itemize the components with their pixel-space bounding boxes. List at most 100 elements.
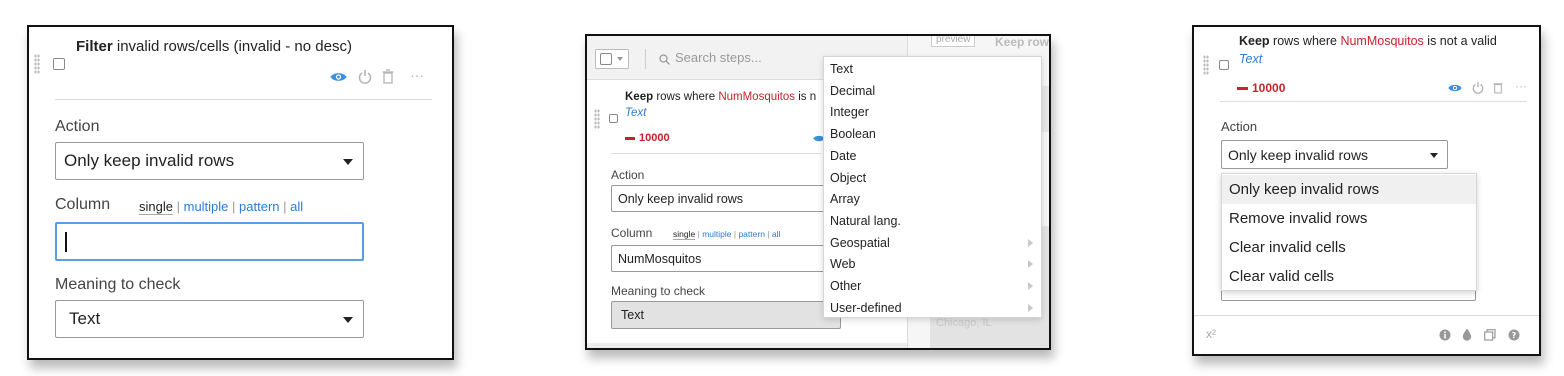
mode-single[interactable]: single xyxy=(139,199,173,215)
action-select[interactable]: Only keep invalid rows xyxy=(1221,140,1448,169)
meaning-label: Meaning to check xyxy=(611,284,706,298)
meaning-select[interactable]: Text xyxy=(611,301,841,329)
meaning-select-value: Text xyxy=(69,309,101,328)
chevron-right-icon xyxy=(1028,303,1033,312)
meaning-option-label: Integer xyxy=(830,105,869,120)
footer-divider xyxy=(1194,315,1539,316)
eye-icon[interactable] xyxy=(1448,83,1462,93)
mode-pattern[interactable]: pattern xyxy=(738,229,764,239)
more-icon[interactable]: ··· xyxy=(410,67,424,83)
trash-icon[interactable] xyxy=(1493,81,1503,94)
meaning-label: Meaning to check xyxy=(55,276,181,293)
meaning-option[interactable]: Integer xyxy=(824,102,1041,123)
more-icon[interactable]: ··· xyxy=(1515,79,1527,93)
meaning-option-label: Web xyxy=(830,257,856,272)
preview-tab[interactable]: preview xyxy=(931,36,976,47)
trash-icon[interactable] xyxy=(382,69,394,84)
column-select-value: NumMosquitos xyxy=(618,252,702,266)
action-option-label: Remove invalid rows xyxy=(1229,210,1368,227)
power-icon[interactable] xyxy=(358,69,372,84)
step-list-panel: Search steps... Keep rows where NumMosqu… xyxy=(585,34,1051,350)
divider xyxy=(611,153,821,154)
select-all-dropdown[interactable] xyxy=(595,49,629,69)
drag-handle-icon[interactable] xyxy=(1203,55,1209,75)
meaning-option-label: Natural lang. xyxy=(830,213,901,228)
action-dropdown-panel: Keep rows where NumMosquitos is not a va… xyxy=(1192,25,1541,356)
action-option-label: Only keep invalid rows xyxy=(1229,181,1380,198)
chevron-down-icon xyxy=(1430,153,1438,158)
action-label: Action xyxy=(611,168,645,182)
step-checkbox[interactable] xyxy=(53,58,65,70)
action-option[interactable]: Clear invalid cells xyxy=(1222,233,1476,262)
mode-multiple[interactable]: multiple xyxy=(184,199,229,214)
steps-scroll-bottom xyxy=(587,343,907,348)
info-icon[interactable] xyxy=(1439,329,1451,341)
drag-handle-icon[interactable] xyxy=(594,109,600,129)
meaning-option-label: Other xyxy=(830,279,862,293)
eye-icon[interactable] xyxy=(330,71,347,83)
mode-multiple[interactable]: multiple xyxy=(702,229,731,239)
meaning-option[interactable]: Boolean xyxy=(824,124,1041,145)
chevron-right-icon xyxy=(1028,238,1033,247)
meaning-select[interactable]: Text xyxy=(55,300,364,338)
drag-handle-icon[interactable] xyxy=(34,54,40,74)
chevron-down-icon xyxy=(617,57,623,61)
meaning-option[interactable]: Decimal xyxy=(824,81,1041,102)
search-icon xyxy=(659,54,670,65)
meaning-option[interactable]: Date xyxy=(824,146,1041,167)
meaning-option-label: Boolean xyxy=(830,127,876,142)
formula-icon[interactable]: x² xyxy=(1206,327,1216,341)
action-select-value: Only keep invalid rows xyxy=(618,192,744,206)
action-option-label: Clear invalid cells xyxy=(1229,239,1346,256)
step-title: Keep rows where NumMosquitos is n xyxy=(625,91,817,103)
help-icon[interactable]: ? xyxy=(1508,329,1520,341)
action-option[interactable]: Only keep invalid rows xyxy=(1222,175,1476,204)
mode-all[interactable]: all xyxy=(772,229,781,239)
action-select-value: Only keep invalid rows xyxy=(64,151,235,170)
meaning-option[interactable]: User-defined xyxy=(824,298,1041,319)
mode-pattern[interactable]: pattern xyxy=(239,199,279,214)
meaning-option-label: Geospatial xyxy=(830,235,890,250)
svg-text:?: ? xyxy=(1512,331,1517,340)
power-icon[interactable] xyxy=(1472,81,1484,94)
divider xyxy=(1220,101,1527,102)
meaning-dropdown-menu: Text Decimal Integer Boolean Date Object Array… xyxy=(823,56,1042,318)
mode-single[interactable]: single xyxy=(673,229,696,240)
meaning-option[interactable]: Array xyxy=(824,189,1041,210)
action-option[interactable]: Remove invalid rows xyxy=(1222,204,1476,233)
step-type: Text xyxy=(1239,52,1263,66)
action-option[interactable]: Clear valid cells xyxy=(1222,262,1476,291)
meaning-select-value: Text xyxy=(621,308,644,322)
minus-icon xyxy=(1237,87,1248,91)
action-select[interactable]: Only keep invalid rows xyxy=(55,142,364,180)
meaning-option-label: Decimal xyxy=(830,83,876,98)
step-checkbox[interactable] xyxy=(1219,60,1229,70)
meaning-option[interactable]: Web xyxy=(824,254,1041,275)
column-input[interactable] xyxy=(55,222,364,261)
chevron-down-icon xyxy=(343,159,353,165)
search-input[interactable]: Search steps... xyxy=(675,50,762,65)
meaning-option-label: User-defined xyxy=(830,300,902,315)
preview-city: Chicago, IL xyxy=(936,317,992,329)
meaning-option-label: Text xyxy=(830,62,853,76)
column-label: Column xyxy=(55,196,111,213)
column-label: Column xyxy=(611,226,653,240)
meaning-option-label: Array xyxy=(830,192,860,207)
action-option-label: Clear valid cells xyxy=(1229,268,1335,285)
rows-removed-badge: 10000 xyxy=(625,132,670,144)
meaning-option[interactable]: Geospatial xyxy=(824,233,1041,254)
action-select[interactable]: Only keep invalid rows xyxy=(611,185,841,212)
mode-all[interactable]: all xyxy=(290,199,303,214)
text-cursor xyxy=(65,232,67,252)
meaning-option[interactable]: Object xyxy=(824,168,1041,189)
meaning-option[interactable]: Other xyxy=(824,276,1041,297)
drop-icon[interactable] xyxy=(1462,328,1472,341)
meaning-option[interactable]: Natural lang. xyxy=(824,211,1041,232)
step-checkbox[interactable] xyxy=(609,114,618,123)
filter-step-panel: Filter invalid rows/cells (invalid - no … xyxy=(27,25,454,360)
meaning-option[interactable]: Text xyxy=(824,59,1041,80)
chevron-down-icon xyxy=(343,317,353,323)
copy-icon[interactable] xyxy=(1484,329,1496,341)
meaning-option-label: Object xyxy=(830,170,867,185)
column-select[interactable]: NumMosquitos xyxy=(611,245,841,272)
